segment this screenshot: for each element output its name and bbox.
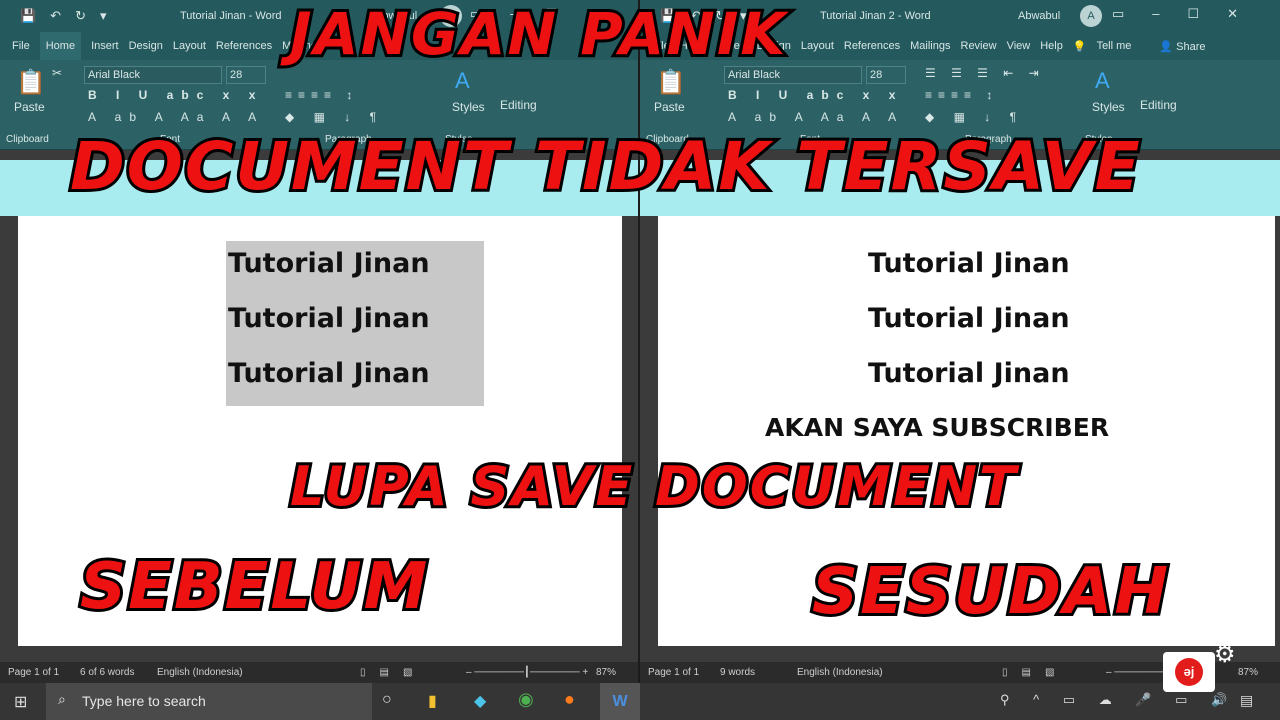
overlay-before-label: SEBELUM: [77, 547, 430, 627]
paste-icon[interactable]: 📋: [656, 68, 686, 97]
taskbar: ⊞ ⌕ Type here to search ○ ▮ ◆ ◉ ● W ⚲ ^ …: [0, 683, 1280, 720]
tab-home[interactable]: Home: [39, 32, 82, 60]
list-buttons[interactable]: ☰ ☰ ☰ ⇤ ⇥: [925, 66, 1045, 80]
search-icon: ⌕: [58, 691, 66, 707]
tab-review[interactable]: Review: [961, 40, 997, 52]
tab-references[interactable]: References: [216, 40, 272, 52]
styles-icon[interactable]: A: [455, 68, 470, 94]
windows-start-icon[interactable]: ⊞: [14, 692, 27, 712]
align-buttons[interactable]: ≡≡≡≡ ↕: [285, 88, 358, 102]
shading-borders-buttons[interactable]: ◆ ▦ ↓ ¶: [285, 110, 384, 124]
system-tray-icons[interactable]: ⚲ ^ ▭ ☁ 🎤 ▭ 🔊: [1000, 692, 1237, 708]
editing-button[interactable]: Editing: [500, 98, 537, 112]
tab-references[interactable]: References: [844, 40, 900, 52]
firefox-icon[interactable]: ●: [564, 689, 575, 710]
zoom-slider[interactable]: – ───────┃─────── +: [466, 667, 588, 678]
styles-button[interactable]: Styles: [1092, 100, 1125, 114]
shading-borders-buttons[interactable]: ◆ ▦ ↓ ¶: [925, 110, 1024, 124]
tab-help[interactable]: Help: [1040, 40, 1063, 52]
tab-mailings[interactable]: Mailings: [910, 40, 950, 52]
word-count[interactable]: 9 words: [720, 667, 755, 678]
tab-layout[interactable]: Layout: [173, 40, 206, 52]
overlay-title-line1: JANGAN PANIK: [287, 0, 788, 71]
view-buttons[interactable]: ▯▤▧: [1002, 667, 1068, 678]
window-title: Tutorial Jinan 2 - Word: [820, 10, 931, 22]
share-label: Share: [1176, 40, 1206, 53]
group-clipboard: Clipboard: [6, 134, 49, 145]
file-explorer-icon[interactable]: ▮: [428, 691, 437, 711]
window-title: Tutorial Jinan - Word: [180, 10, 282, 22]
doc-line: AKAN SAYA SUBSCRIBER: [765, 413, 1110, 442]
doc-line: Tutorial Jinan: [868, 303, 1070, 334]
tab-insert[interactable]: Insert: [91, 40, 119, 52]
share-button[interactable]: 👤 Share: [1159, 40, 1205, 53]
font-size-select[interactable]: 28: [866, 66, 906, 84]
format-buttons[interactable]: B I U abc x x: [728, 88, 903, 102]
tab-layout[interactable]: Layout: [801, 40, 834, 52]
font-color-buttons[interactable]: A ab A Aa A A: [728, 110, 904, 124]
font-color-buttons[interactable]: A ab A Aa A A: [88, 110, 264, 124]
window-controls[interactable]: ▭–☐✕: [1112, 6, 1266, 22]
avatar[interactable]: A: [1080, 5, 1102, 27]
doc-line: Tutorial Jinan: [868, 358, 1070, 389]
taskbar-search[interactable]: ⌕ Type here to search: [46, 683, 372, 720]
format-buttons[interactable]: B I U abc x x: [88, 88, 263, 102]
paste-button[interactable]: Paste: [654, 100, 685, 114]
chrome-icon[interactable]: ◉: [518, 689, 534, 710]
notifications-icon[interactable]: ▤: [1240, 692, 1253, 709]
styles-icon[interactable]: A: [1095, 68, 1110, 94]
font-name-select[interactable]: Arial Black: [84, 66, 222, 84]
doc-line: Tutorial Jinan: [228, 358, 430, 389]
tab-view[interactable]: View: [1007, 40, 1031, 52]
quick-access-icons[interactable]: 💾↶↻▾: [20, 8, 121, 24]
overlay-after-label: SESUDAH: [809, 552, 1171, 632]
lightbulb-icon: 💡: [1072, 40, 1087, 53]
align-buttons[interactable]: ≡≡≡≡ ↕: [925, 88, 998, 102]
page-count[interactable]: Page 1 of 1: [648, 667, 699, 678]
styles-button[interactable]: Styles: [452, 100, 485, 114]
language[interactable]: English (Indonesia): [797, 667, 883, 678]
tab-design[interactable]: Design: [129, 40, 163, 52]
user-name: Abwabul: [1018, 10, 1061, 22]
status-bar: Page 1 of 1 6 of 6 words English (Indone…: [0, 662, 638, 683]
overlay-subtitle: LUPA SAVE DOCUMENT: [287, 452, 1019, 521]
tell-me-search[interactable]: Tell me: [1097, 40, 1132, 52]
language[interactable]: English (Indonesia): [157, 667, 243, 678]
editing-button[interactable]: Editing: [1140, 98, 1177, 112]
cut-icon[interactable]: ✂: [52, 66, 62, 80]
word-taskbar-icon[interactable]: W: [600, 683, 640, 720]
doc-line: Tutorial Jinan: [228, 303, 430, 334]
search-placeholder: Type here to search: [82, 693, 206, 709]
zoom-level[interactable]: 87%: [596, 667, 616, 678]
font-size-select[interactable]: 28: [226, 66, 266, 84]
tab-file[interactable]: File: [12, 40, 30, 52]
paste-icon[interactable]: 📋: [16, 68, 46, 97]
overlay-title-line2: DOCUMENT TIDAK TERSAVE: [67, 125, 1143, 208]
gear-icon: ⚙: [1214, 641, 1236, 668]
channel-logo: ǝj: [1163, 652, 1215, 692]
paste-button[interactable]: Paste: [14, 100, 45, 114]
font-name-select[interactable]: Arial Black: [724, 66, 862, 84]
page-count[interactable]: Page 1 of 1: [8, 667, 59, 678]
app-icon[interactable]: ◆: [474, 691, 486, 711]
word-count[interactable]: 6 of 6 words: [80, 667, 134, 678]
doc-line: Tutorial Jinan: [868, 248, 1070, 279]
zoom-level[interactable]: 87%: [1238, 667, 1258, 678]
doc-line: Tutorial Jinan: [228, 248, 430, 279]
cortana-icon[interactable]: ○: [382, 691, 392, 709]
view-buttons[interactable]: ▯▤▧: [360, 667, 426, 678]
